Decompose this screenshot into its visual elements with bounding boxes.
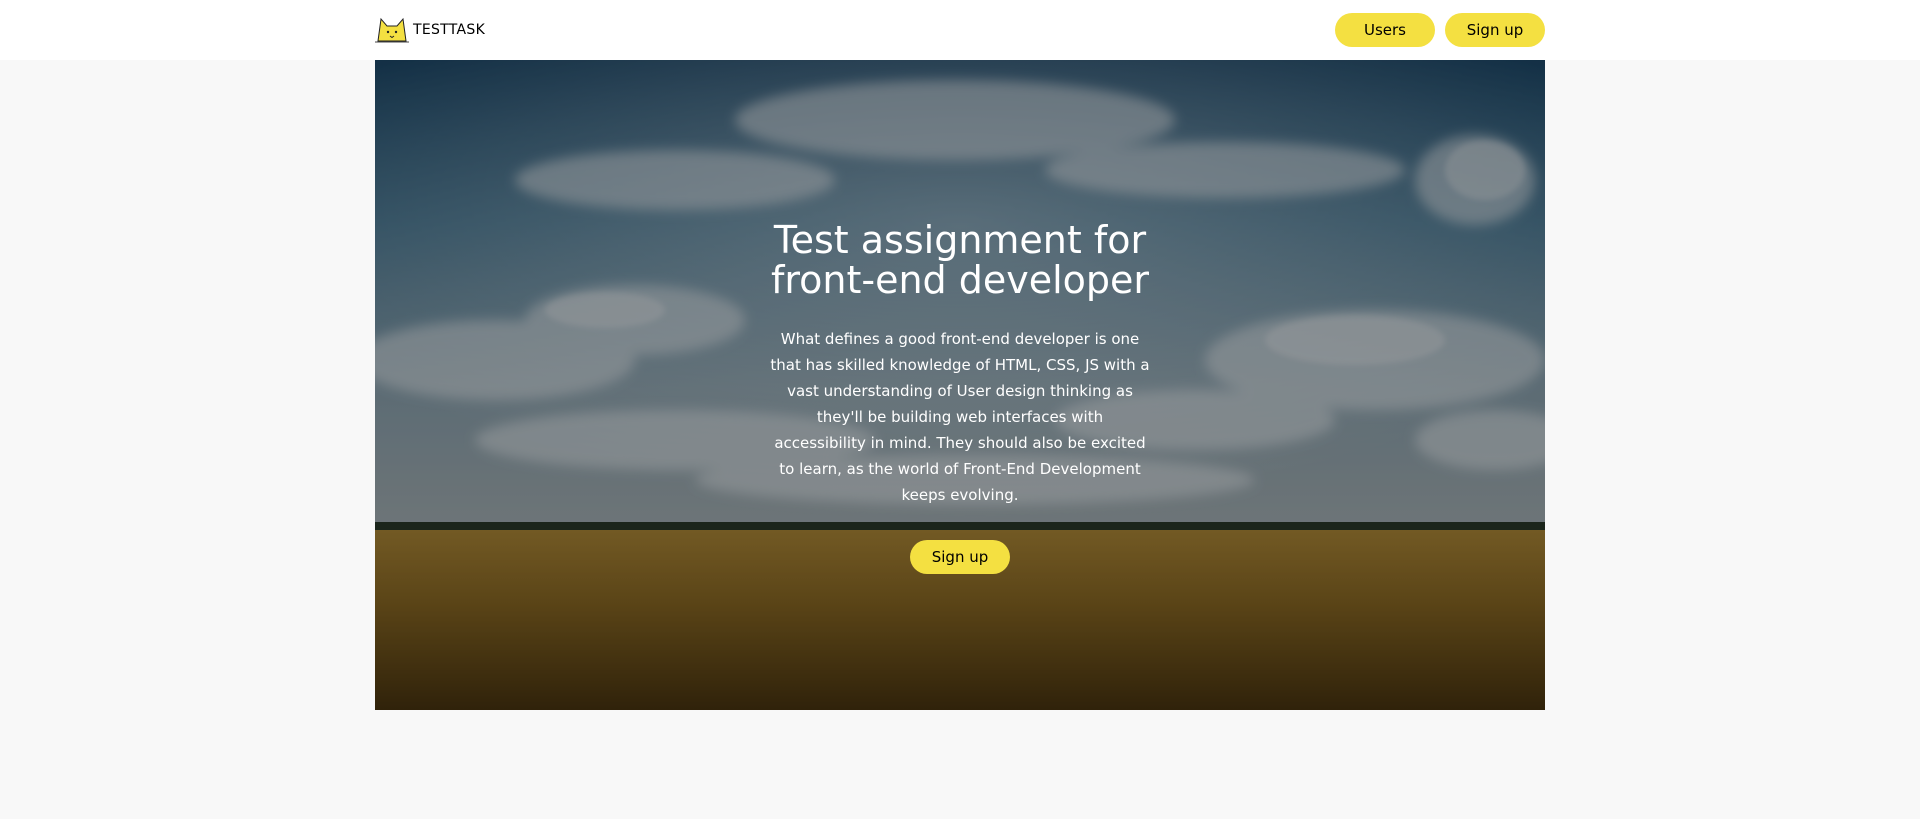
cat-icon — [375, 17, 409, 43]
site-header: TESTTASK Users Sign up — [0, 0, 1920, 60]
header-signup-button[interactable]: Sign up — [1445, 13, 1545, 47]
logo-link[interactable]: TESTTASK — [375, 15, 485, 45]
hero-title: Test assignment for front-end developer — [770, 218, 1150, 302]
hero-section: Test assignment for front-end developer … — [375, 60, 1545, 710]
hero-signup-button[interactable]: Sign up — [910, 540, 1010, 574]
logo-text: TESTTASK — [413, 22, 486, 38]
main-nav: Users Sign up — [1335, 13, 1545, 47]
users-button[interactable]: Users — [1335, 13, 1435, 47]
hero-description: What defines a good front-end developer … — [770, 330, 1150, 504]
header-container: TESTTASK Users Sign up — [375, 0, 1545, 60]
hero-content: Test assignment for front-end developer … — [375, 220, 1545, 574]
